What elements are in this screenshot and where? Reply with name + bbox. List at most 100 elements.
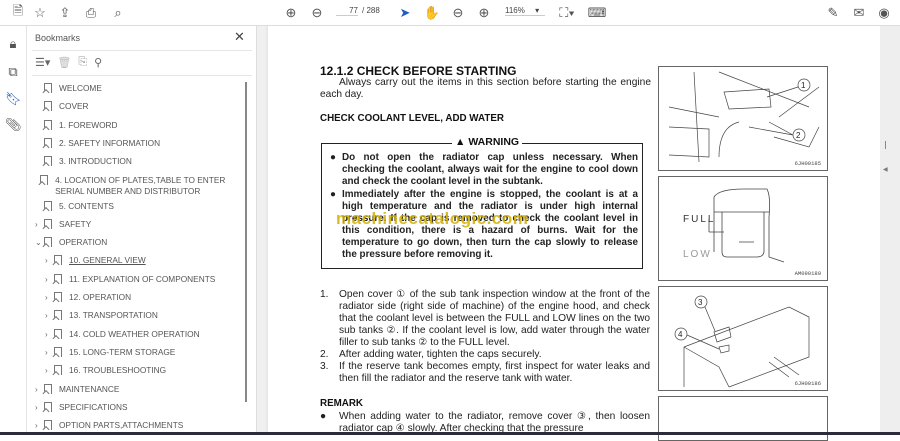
bookmark-label: 5. CONTENTS	[59, 200, 114, 211]
bookmark-icon	[54, 328, 62, 339]
print-icon[interactable]: ⎙	[83, 4, 99, 22]
svg-text:3: 3	[698, 298, 703, 307]
panel-splitter[interactable]	[256, 26, 266, 435]
delete-icon[interactable]: 🗑︎	[57, 56, 71, 69]
bookmark-item[interactable]: › 13. TRANSPORTATION	[45, 310, 235, 321]
bookmark-label: MAINTENANCE	[59, 383, 120, 394]
left-nav-rail: 🔒︎ ⧉ 🔖︎ 📎︎	[0, 26, 27, 435]
sub-heading: CHECK COOLANT LEVEL, ADD WATER	[320, 113, 504, 124]
read-mode-icon[interactable]: ⌨	[588, 4, 607, 22]
bookmark-icon[interactable]: 🔖︎	[5, 91, 22, 107]
bookmark-label: OPERATION	[59, 237, 108, 248]
attachment-icon[interactable]: 📎︎	[5, 117, 22, 133]
bookmark-item[interactable]: WELCOME	[35, 83, 235, 94]
bookmark-item[interactable]: › SPECIFICATIONS	[35, 401, 235, 413]
zoom-select[interactable]: 116% ▾	[505, 6, 545, 16]
bookmark-label: 10. GENERAL VIEW	[69, 255, 146, 266]
step-1: 1. Open cover ① of the sub tank inspectio…	[320, 289, 650, 349]
pages-icon[interactable]: ⧉	[5, 64, 21, 80]
bookmark-label: 4. LOCATION OF PLATES,TABLE TO ENTER SER…	[55, 174, 226, 196]
scroll-thumb[interactable]	[885, 141, 886, 149]
bookmark-icon	[44, 237, 52, 248]
bookmark-icon	[54, 310, 62, 321]
warning-icon: ▲	[455, 136, 466, 148]
mail-icon[interactable]: ✉	[851, 4, 867, 22]
document-scrollbar[interactable]: ◀	[880, 26, 900, 435]
bookmark-label: 13. TRANSPORTATION	[69, 310, 158, 321]
bookmark-icon	[54, 365, 62, 376]
bookmark-item[interactable]: COVER	[35, 101, 235, 112]
bookmark-label: 15. LONG-TERM STORAGE	[69, 346, 176, 357]
cloud-upload-icon[interactable]: ⇪	[57, 4, 73, 22]
step-number: 1.	[320, 289, 329, 300]
prev-page-icon[interactable]: ⊕︎	[283, 4, 299, 22]
bookmark-label: 12. OPERATION	[69, 292, 132, 302]
intro-text: Always carry out the items in this secti…	[320, 77, 651, 100]
document-view: 12.1.2 CHECK BEFORE STARTING Always carr…	[266, 26, 900, 441]
bookmark-label: COVER	[59, 101, 89, 112]
bookmark-icon	[44, 101, 52, 112]
save-icon[interactable]: 🗎	[10, 3, 26, 22]
bookmark-item[interactable]: 4. LOCATION OF PLATES,TABLE TO ENTER SER…	[35, 174, 235, 197]
zoom-out-icon[interactable]: ⊖	[450, 4, 466, 22]
select-cursor-icon[interactable]: ➤	[398, 4, 412, 22]
bookmark-icon	[54, 346, 62, 357]
bookmark-item[interactable]: 2. SAFETY INFORMATION	[35, 137, 235, 149]
bookmark-icon	[54, 292, 62, 302]
bookmarks-panel: Bookmarks ✕ ☰▾ 🗑︎ ⎘ ⚲ WELCOME COVER 1. FOR…	[27, 26, 256, 435]
step-text: If the reserve tank becomes empty, first…	[339, 361, 650, 384]
remark-heading: REMARK	[320, 398, 363, 409]
pdf-page: 12.1.2 CHECK BEFORE STARTING Always carr…	[268, 26, 880, 441]
star-icon[interactable]: ☆	[32, 4, 48, 22]
bookmark-icon	[44, 156, 52, 167]
zoom-in-icon[interactable]: ⊕	[476, 4, 492, 22]
bookmark-item[interactable]: › MAINTENANCE	[35, 383, 235, 395]
bookmark-label: SAFETY	[59, 218, 92, 229]
figure-caption: AM090180	[794, 270, 821, 277]
find-bookmark-icon[interactable]: ⚲	[94, 56, 102, 69]
account-icon[interactable]: ◉	[876, 4, 892, 22]
bookmark-item[interactable]: › 16. TROUBLESHOOTING	[45, 365, 235, 376]
bookmark-label: 16. TROUBLESHOOTING	[69, 365, 167, 376]
svg-text:FULL: FULL	[683, 214, 715, 225]
step-3: 3. If the reserve tank becomes empty, fir…	[320, 361, 650, 385]
bookmark-icon	[54, 273, 62, 284]
bookmark-item[interactable]: › 14. COLD WEATHER OPERATION	[45, 328, 235, 340]
warning-item: ● Do not open the radiator cap unless nec…	[330, 152, 638, 187]
step-text: After adding water, tighten the caps sec…	[339, 349, 542, 360]
hand-tool-icon[interactable]: ✋	[424, 4, 440, 22]
bookmark-label: OPTION PARTS,ATTACHMENTS	[59, 420, 184, 431]
page-number-input[interactable]: 77	[336, 6, 358, 16]
bookmark-item[interactable]: › 12. OPERATION	[45, 292, 235, 303]
bookmark-item[interactable]: 1. FOREWORD	[35, 119, 235, 131]
bookmark-label: 2. SAFETY INFORMATION	[59, 137, 161, 148]
options-menu-icon[interactable]: ☰▾	[35, 56, 50, 69]
close-icon[interactable]: ✕	[234, 29, 245, 45]
scrollbar[interactable]	[245, 82, 247, 402]
bookmark-item[interactable]: › 15. LONG-TERM STORAGE	[45, 346, 235, 358]
bookmark-item[interactable]: › OPTION PARTS,ATTACHMENTS	[35, 420, 235, 431]
page-fit-icon[interactable]: ⛶▾	[557, 4, 577, 22]
bookmark-item[interactable]: › 11. EXPLANATION OF COMPONENTS	[45, 273, 235, 285]
bookmark-item[interactable]: › SAFETY	[35, 218, 235, 230]
collapse-arrow-icon[interactable]: ◀	[883, 166, 888, 173]
bookmark-icon	[44, 420, 52, 431]
divider	[32, 75, 252, 76]
sign-icon[interactable]: ✎	[825, 4, 841, 22]
bookmark-item[interactable]: 3. INTRODUCTION	[35, 156, 235, 167]
next-page-icon[interactable]: ⊖︎	[309, 4, 325, 22]
new-bookmark-icon[interactable]: ⎘	[78, 56, 87, 69]
lock-icon[interactable]: 🔒︎	[5, 36, 21, 52]
bookmark-icon	[44, 383, 52, 394]
zoom-value: 116%	[505, 6, 525, 15]
figure-sub-tank-window: 12 6JH00185	[658, 66, 828, 171]
bookmark-item[interactable]: › 10. GENERAL VIEW	[45, 255, 235, 266]
search-icon[interactable]: ⌕	[110, 4, 126, 22]
engine-hood-illustration: 12	[668, 71, 820, 163]
bookmark-item[interactable]: 5. CONTENTS	[35, 200, 235, 212]
bookmark-label: 3. INTRODUCTION	[59, 156, 132, 167]
bookmark-item[interactable]: ⌄ OPERATION	[35, 237, 235, 248]
warning-title: ▲ WARNING	[452, 136, 523, 148]
svg-text:LOW: LOW	[683, 249, 712, 260]
figure-full-low: FULL LOW AM090180	[658, 176, 828, 281]
